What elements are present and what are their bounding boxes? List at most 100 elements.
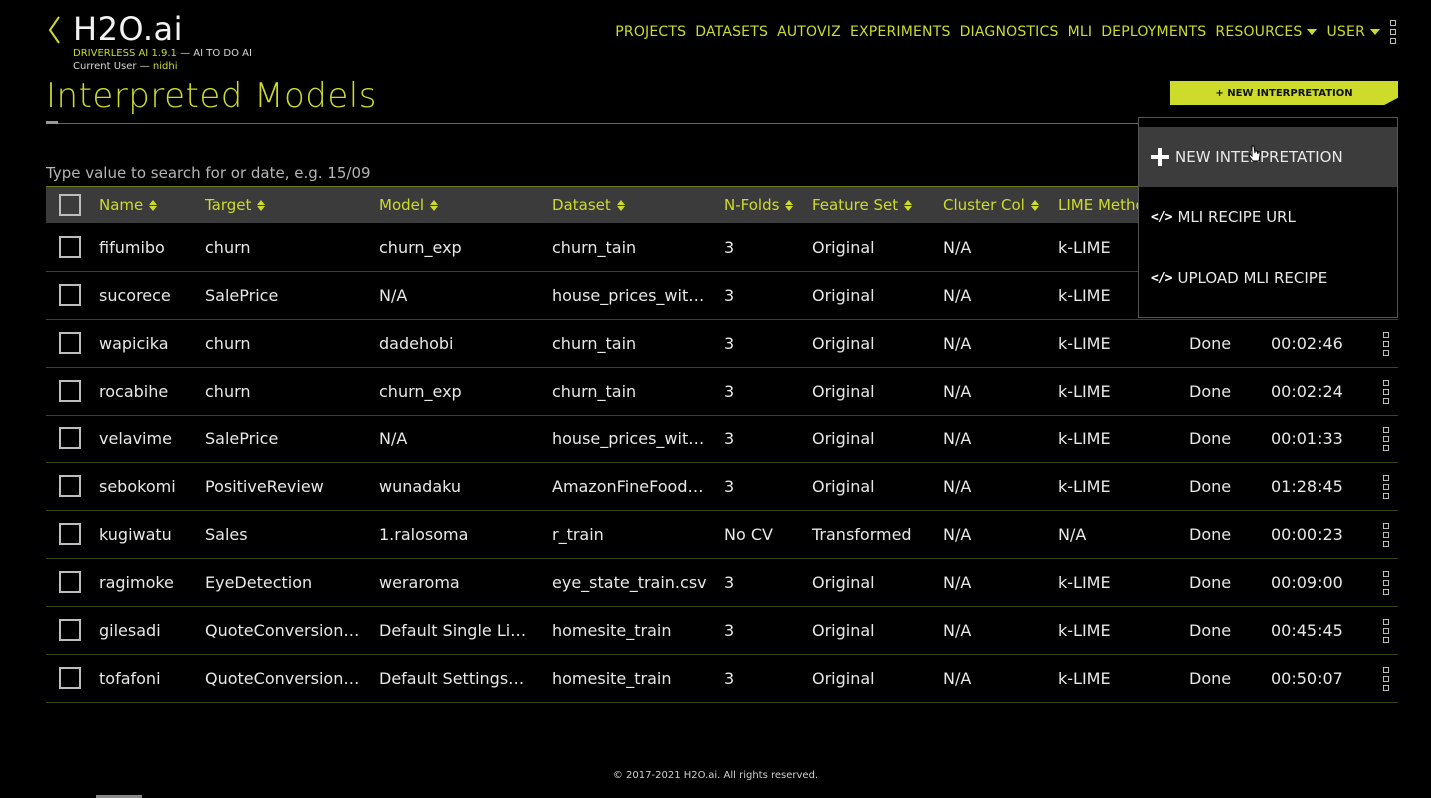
row-kebab-icon[interactable] — [1382, 523, 1390, 548]
cell-target: PositiveReview — [205, 477, 324, 497]
table-row[interactable]: velavime SalePrice N/A house_prices_wit… 3 Or… — [46, 415, 1398, 464]
cell-time: 01:28:45 — [1271, 477, 1343, 497]
row-checkbox[interactable] — [59, 570, 81, 593]
cell-dataset: churn_tain — [552, 381, 637, 401]
cell-name[interactable]: gilesadi — [99, 607, 199, 654]
mouse-pointer-icon — [1248, 145, 1261, 162]
new-interpretation-menu: NEW INTERPRETATION </> MLI RECIPE URL </… — [1138, 117, 1398, 318]
chevron-down-icon — [1370, 29, 1380, 35]
column-header-model[interactable]: Model — [379, 187, 439, 223]
nav-resources[interactable]: RESOURCES — [1215, 24, 1318, 40]
back-chevron-icon[interactable] — [46, 14, 64, 46]
cell-target: EyeDetection — [205, 572, 313, 592]
cell-model: Default Settings… — [379, 668, 525, 688]
column-header-dataset[interactable]: Dataset — [552, 187, 625, 223]
cell-name[interactable]: rocabihe — [99, 368, 199, 415]
nav-datasets[interactable]: DATASETS — [695, 24, 768, 40]
row-checkbox[interactable] — [59, 475, 81, 498]
cell-folds: 3 — [724, 477, 735, 497]
cell-name[interactable]: fifumibo — [99, 224, 199, 271]
column-header-feature-set[interactable]: Feature Set — [812, 187, 913, 223]
row-checkbox[interactable] — [59, 236, 81, 258]
cell-lime: k-LIME — [1058, 572, 1111, 592]
column-header-cluster-col[interactable]: Cluster Col — [943, 187, 1039, 223]
row-kebab-icon[interactable] — [1382, 331, 1390, 356]
nav-user[interactable]: USER — [1326, 24, 1380, 40]
cell-target: Sales — [205, 525, 248, 545]
new-interpretation-button[interactable]: + NEW INTERPRETATION — [1170, 81, 1398, 105]
cell-cluster: N/A — [943, 572, 972, 592]
column-header-n-folds[interactable]: N-Folds — [724, 187, 794, 223]
cell-dataset: house_prices_wit… — [552, 285, 705, 305]
cell-lime: k-LIME — [1058, 477, 1111, 497]
cell-status: Done — [1189, 429, 1232, 449]
sort-icon — [616, 199, 625, 211]
cell-feature-set: Original — [812, 668, 875, 688]
row-kebab-icon[interactable] — [1382, 475, 1390, 500]
title-divider-marker — [46, 121, 58, 124]
cell-name[interactable]: sucorece — [99, 272, 199, 319]
nav-kebab-icon[interactable] — [1389, 20, 1397, 44]
cell-dataset: homesite_train — [552, 668, 672, 688]
cell-status: Done — [1189, 381, 1232, 401]
cell-cluster: N/A — [943, 238, 972, 257]
row-kebab-icon[interactable] — [1382, 379, 1390, 404]
select-all-checkbox[interactable] — [59, 194, 81, 216]
nav-diagnostics[interactable]: DIAGNOSTICS — [960, 24, 1059, 40]
nav-projects[interactable]: PROJECTS — [615, 24, 686, 40]
row-kebab-icon[interactable] — [1382, 570, 1390, 595]
row-checkbox[interactable] — [59, 331, 81, 354]
search-input[interactable] — [46, 160, 686, 186]
cell-status: Done — [1189, 620, 1232, 640]
row-checkbox[interactable] — [59, 523, 81, 546]
cell-name[interactable]: ragimoke — [99, 559, 199, 606]
menu-item-new-interpretation[interactable]: NEW INTERPRETATION — [1139, 127, 1397, 187]
cell-name[interactable]: kugiwatu — [99, 511, 199, 558]
table-row[interactable]: ragimoke EyeDetection weraroma eye_state_tr… — [46, 559, 1398, 607]
sort-icon — [430, 199, 439, 211]
cell-name[interactable]: tofafoni — [99, 655, 199, 702]
cell-name[interactable]: velavime — [99, 415, 199, 462]
cell-target: SalePrice — [205, 285, 279, 305]
cell-feature-set: Original — [812, 572, 875, 592]
version-line: DRIVERLESS AI 1.9.1 — AI TO DO AI — [73, 48, 252, 59]
menu-item-mli-recipe-url[interactable]: </> MLI RECIPE URL — [1139, 187, 1397, 247]
row-checkbox[interactable] — [59, 427, 81, 450]
cell-name[interactable]: sebokomi — [99, 463, 199, 510]
cell-dataset: r_train — [552, 525, 604, 545]
cell-folds: 3 — [724, 429, 735, 449]
table-row[interactable]: kugiwatu Sales 1.ralosoma r_train No CV Trans… — [46, 511, 1398, 560]
cell-time: 00:50:07 — [1271, 668, 1343, 688]
row-checkbox[interactable] — [59, 379, 81, 402]
table-row[interactable]: rocabihe churn churn_exp churn_tain 3 Origina… — [46, 368, 1398, 416]
table-row[interactable]: wapicika churn dadehobi churn_tain 3 Original… — [46, 320, 1398, 368]
table-row[interactable]: tofafoni QuoteConversion… Default Settings… — [46, 655, 1398, 703]
page-title: Interpreted Models — [46, 76, 377, 116]
column-header-name[interactable]: Name — [99, 187, 158, 223]
row-checkbox[interactable] — [59, 666, 81, 689]
nav-mli[interactable]: MLI — [1068, 24, 1093, 40]
table-row[interactable]: gilesadi QuoteConversion… Default Single L… — [46, 607, 1398, 655]
row-checkbox[interactable] — [59, 283, 81, 306]
cell-cluster: N/A — [943, 285, 972, 305]
cell-cluster: N/A — [943, 429, 972, 449]
row-kebab-icon[interactable] — [1382, 666, 1390, 691]
cell-time: 00:00:23 — [1271, 525, 1343, 545]
nav-experiments[interactable]: EXPERIMENTS — [850, 24, 951, 40]
cell-time: 00:01:33 — [1271, 429, 1343, 449]
cell-lime: k-LIME — [1058, 381, 1111, 401]
column-header-target[interactable]: Target — [205, 187, 266, 223]
cell-target: churn — [205, 333, 251, 353]
cell-dataset: house_prices_wit… — [552, 429, 705, 449]
row-kebab-icon[interactable] — [1382, 427, 1390, 452]
table-row[interactable]: sebokomi PositiveReview wunadaku AmazonFine… — [46, 463, 1398, 512]
cell-cluster: N/A — [943, 525, 972, 545]
cell-time: 00:02:24 — [1271, 381, 1343, 401]
nav-autoviz[interactable]: AUTOVIZ — [777, 24, 841, 40]
menu-item-upload-mli-recipe[interactable]: </> UPLOAD MLI RECIPE — [1139, 248, 1397, 308]
plus-icon — [1151, 148, 1169, 166]
cell-name[interactable]: wapicika — [99, 320, 199, 367]
row-checkbox[interactable] — [59, 618, 81, 641]
nav-deployments[interactable]: DEPLOYMENTS — [1101, 24, 1206, 40]
row-kebab-icon[interactable] — [1382, 618, 1390, 643]
